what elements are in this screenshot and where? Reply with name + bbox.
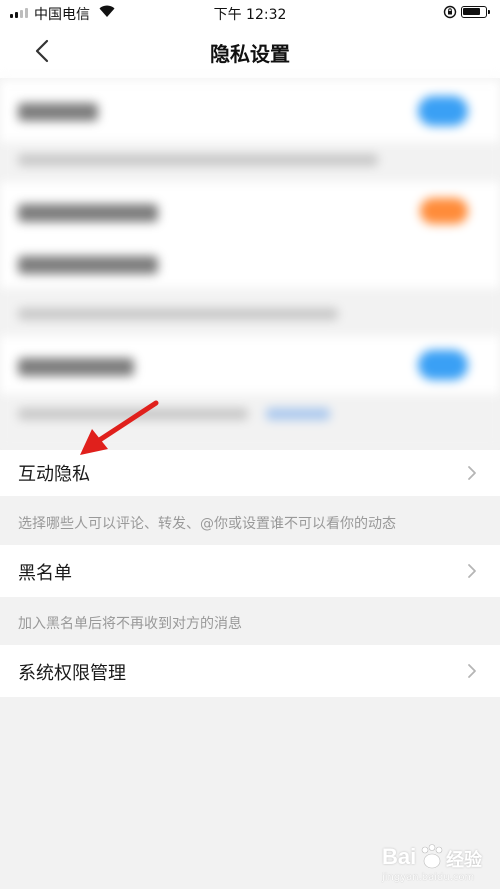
interaction-privacy-description: 选择哪些人可以评论、转发、@你或设置谁不可以看你的动态: [18, 516, 396, 532]
chevron-right-icon: [468, 664, 476, 678]
page-title: 隐私设置: [210, 42, 290, 66]
watermark-url: jingyan.baidu.com: [382, 872, 475, 883]
blacklist-description: 加入黑名单后将不再收到对方的消息: [18, 616, 242, 632]
navigation-bar: 隐私设置: [0, 24, 500, 78]
watermark-brand: Bai: [382, 844, 417, 869]
interaction-privacy-label: 互动隐私: [18, 464, 90, 485]
battery-icon: [461, 6, 490, 18]
watermark-brand-cn: 经验: [446, 850, 482, 870]
chevron-right-icon: [468, 564, 476, 578]
blacklist-label: 黑名单: [18, 563, 72, 584]
system-permissions-label: 系统权限管理: [18, 663, 126, 684]
chevron-right-icon: [468, 466, 476, 480]
clock-time: 下午 12:32: [213, 7, 287, 23]
annotation-arrow-icon: [80, 400, 159, 455]
orientation-lock-icon: [443, 5, 457, 19]
status-bar: 中国电信 下午 12:32: [0, 0, 500, 24]
baidu-watermark: Bai 经验 jingyan.baidu.com: [356, 836, 496, 886]
system-permissions-row[interactable]: 系统权限管理: [0, 645, 500, 697]
paw-icon: [421, 844, 443, 869]
blacklist-row[interactable]: 黑名单: [0, 545, 500, 597]
